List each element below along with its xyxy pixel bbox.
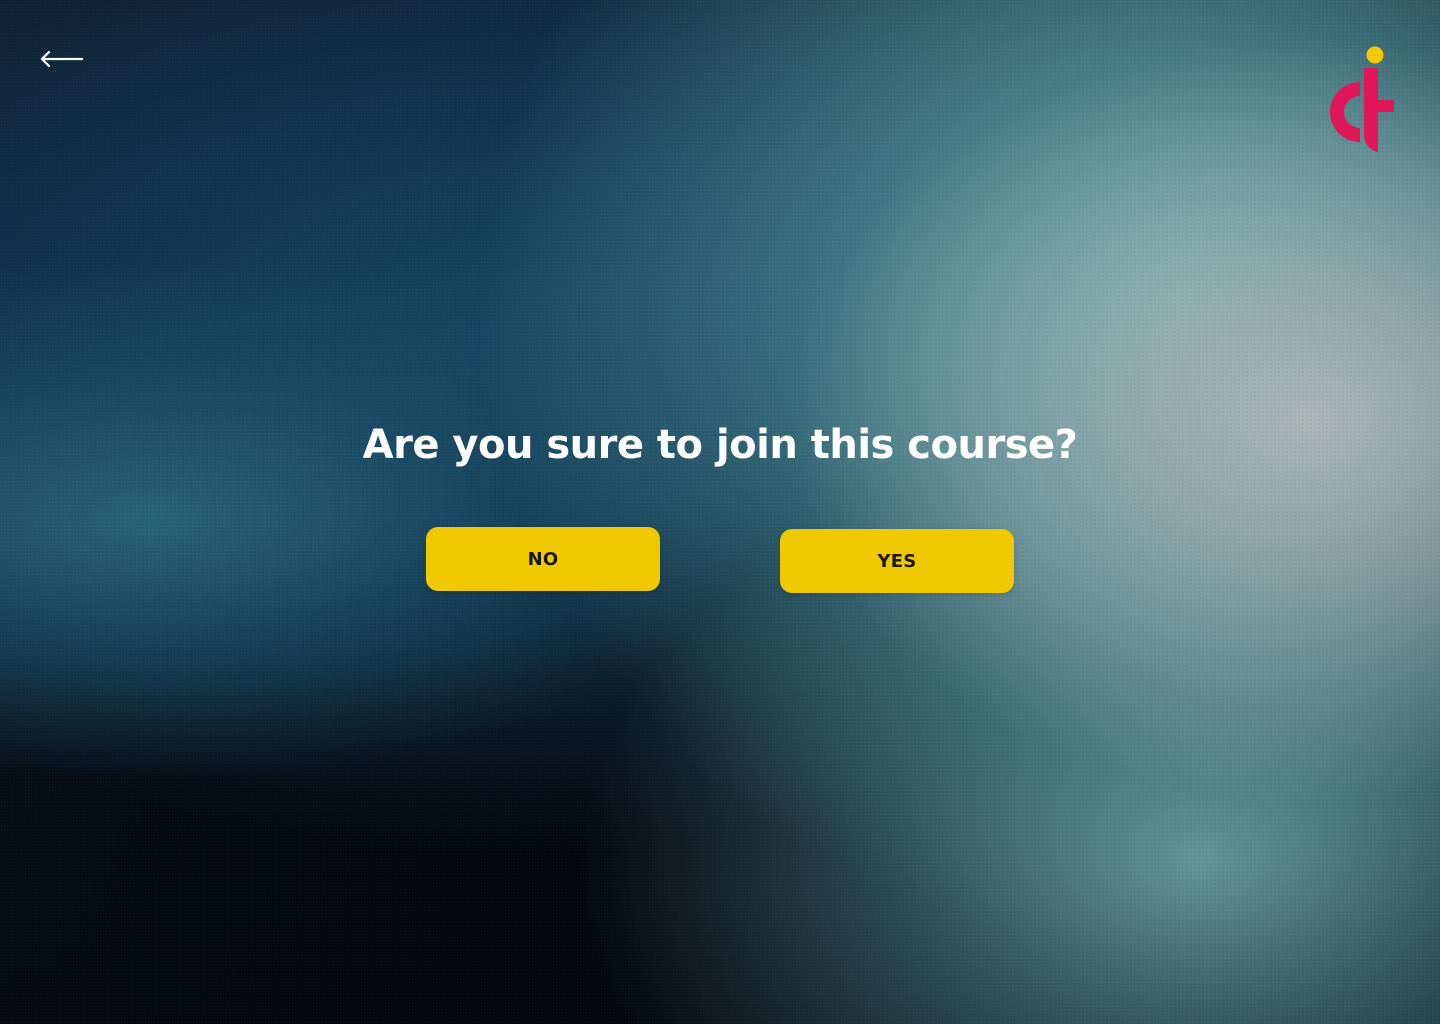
background-grain xyxy=(0,0,1440,1024)
yes-button[interactable]: YES xyxy=(780,529,1014,593)
brand-logo xyxy=(1320,44,1400,156)
no-button[interactable]: NO xyxy=(426,527,660,591)
arrow-left-icon xyxy=(40,50,84,68)
ct-logo-icon xyxy=(1330,46,1394,152)
confirmation-question: Are you sure to join this course? xyxy=(362,422,1078,468)
back-button[interactable] xyxy=(36,44,88,74)
